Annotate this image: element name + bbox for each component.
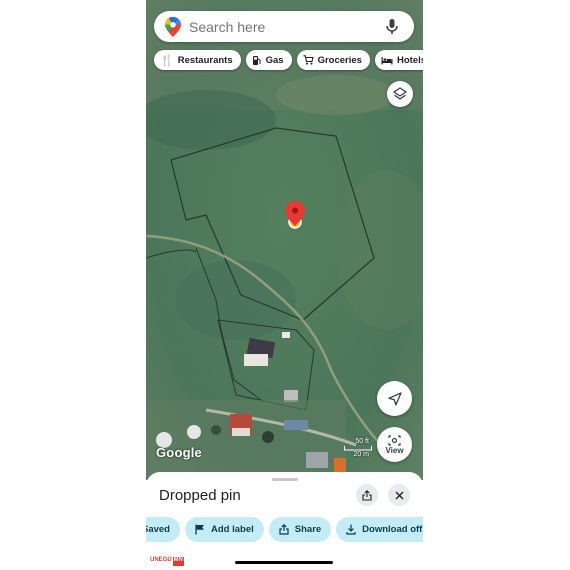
chip-gas[interactable]: Gas	[245, 50, 292, 70]
close-button[interactable]	[388, 484, 410, 506]
scale-meters-label: 20 m	[353, 451, 369, 458]
view-label: View	[385, 445, 404, 455]
phone-screen: 🍴 Restaurants Gas Groceries	[146, 0, 423, 570]
watermark-part1: UNEGU	[149, 557, 173, 566]
layers-icon	[393, 87, 407, 100]
category-chips: 🍴 Restaurants Gas Groceries Hotel	[154, 50, 423, 70]
share-button[interactable]: Share	[268, 517, 332, 542]
bed-icon	[381, 56, 393, 64]
watermark-logo: UNEGU MN	[149, 557, 185, 566]
chip-label: Groceries	[317, 54, 362, 66]
cart-icon	[303, 55, 314, 65]
house-wall	[244, 354, 268, 366]
tank-right	[187, 425, 201, 439]
search-bar[interactable]	[154, 11, 414, 42]
google-maps-logo-icon	[165, 16, 181, 37]
action-label: Download offline map	[362, 524, 423, 535]
scale-bar: 50 ft 20 m	[344, 438, 372, 460]
my-location-button[interactable]	[377, 381, 412, 416]
share-icon	[362, 489, 372, 501]
google-attribution: Google	[156, 445, 202, 460]
share-icon	[279, 524, 289, 535]
download-offline-map-button[interactable]: Download offline map	[336, 517, 423, 542]
sheet-title: Dropped pin	[159, 487, 241, 504]
action-label: Saved	[146, 524, 170, 535]
tree-cluster	[211, 425, 221, 435]
tree-cluster	[262, 431, 274, 443]
view-icon	[388, 434, 401, 446]
scale-feet-label: 50 ft	[355, 438, 369, 445]
watermark-part2: MN	[172, 557, 185, 566]
chip-label: Restaurants	[177, 54, 233, 66]
home-indicator[interactable]	[235, 561, 333, 564]
chip-hotels[interactable]: Hotels	[374, 50, 423, 70]
microphone-icon[interactable]	[385, 18, 399, 35]
action-chips: Saved Add label Share	[146, 517, 423, 542]
layers-button[interactable]	[387, 81, 413, 107]
flag-icon	[195, 524, 204, 535]
grey-building	[306, 452, 328, 468]
chip-groceries[interactable]: Groceries	[296, 50, 370, 70]
chip-label: Hotels	[396, 54, 423, 66]
small-hut	[282, 332, 290, 338]
saved-button[interactable]: Saved	[146, 517, 180, 542]
download-icon	[346, 524, 356, 535]
navigation-arrow-icon	[387, 391, 402, 406]
sheet-share-button[interactable]	[356, 484, 378, 506]
drag-handle[interactable]	[272, 478, 298, 481]
action-label: Share	[294, 524, 322, 535]
red-roof-house-wall	[232, 428, 250, 436]
bottom-sheet: Dropped pin Saved Add label	[146, 472, 423, 570]
chip-restaurants[interactable]: 🍴 Restaurants	[154, 50, 241, 70]
blue-building	[284, 420, 308, 430]
chip-label: Gas	[265, 54, 284, 66]
orange-roof	[334, 458, 346, 472]
add-label-button[interactable]: Add label	[185, 517, 264, 542]
close-icon	[395, 491, 403, 499]
view-button[interactable]: View	[377, 427, 412, 462]
action-label: Add label	[211, 524, 254, 535]
search-input[interactable]	[189, 18, 379, 35]
gas-station-icon	[252, 55, 261, 65]
restaurant-icon: 🍴	[160, 54, 174, 67]
